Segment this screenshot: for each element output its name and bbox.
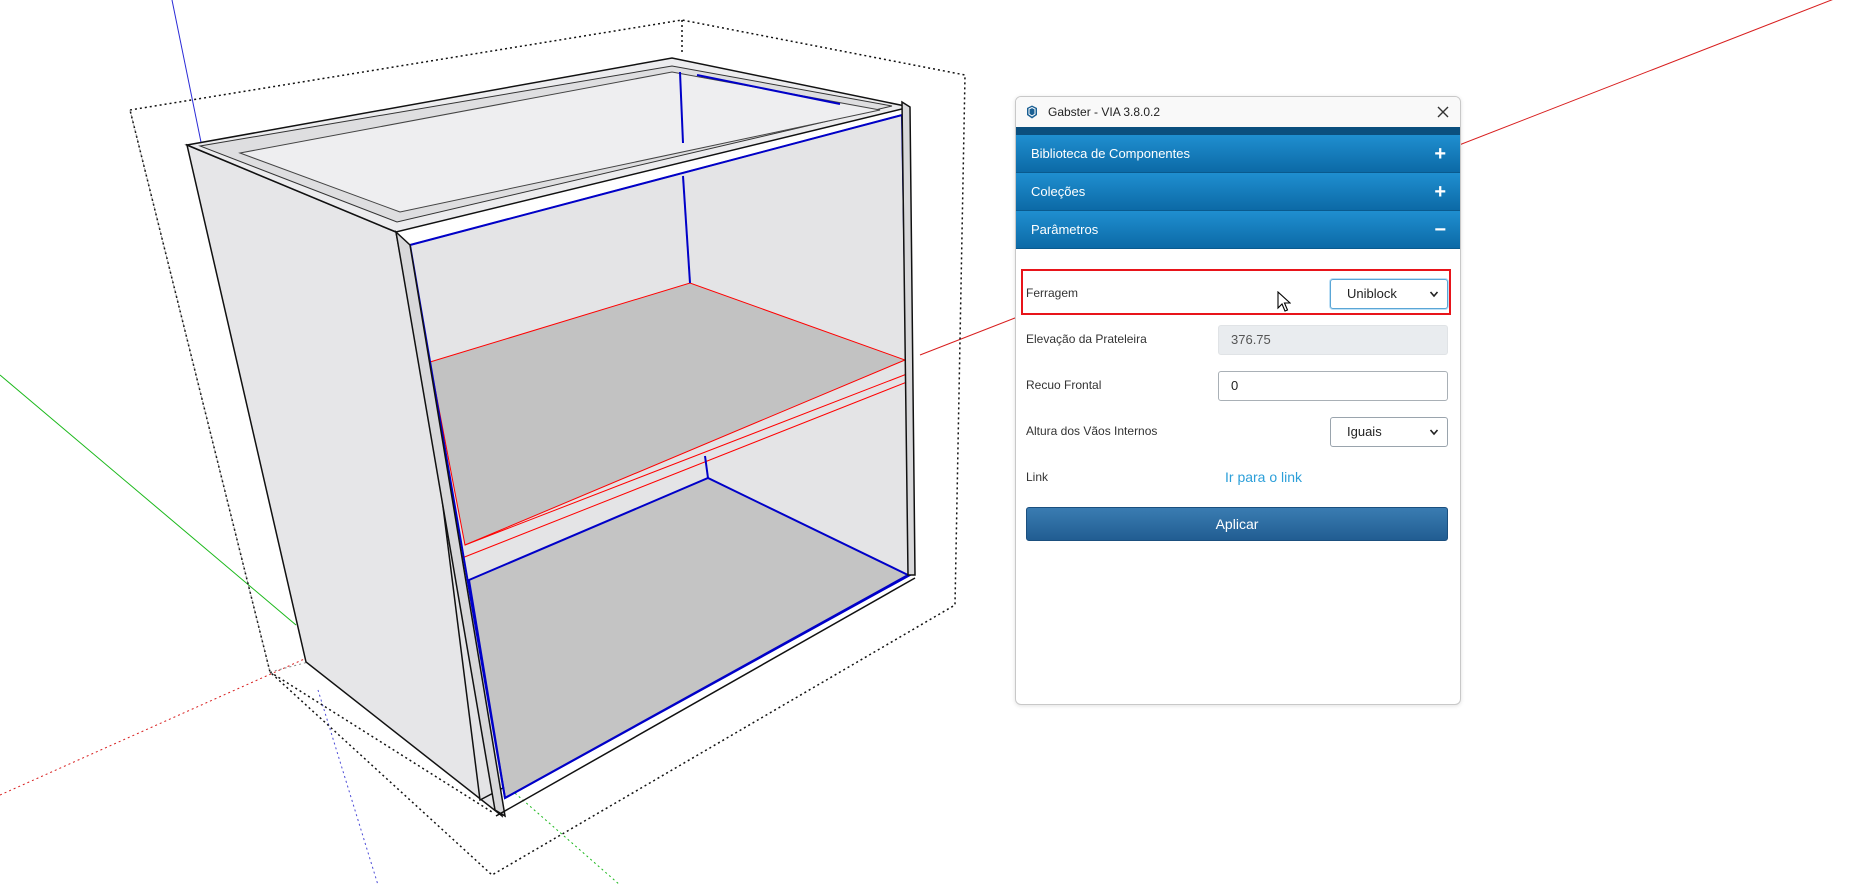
apply-button[interactable]: Aplicar [1026,507,1448,541]
sketchup-icon [1024,104,1040,120]
altura-label: Altura dos Vãos Internos [1026,424,1158,438]
header-accent-strip [1016,127,1460,135]
collapse-minus-icon: − [1434,218,1446,241]
accordion-label: Coleções [1031,184,1086,199]
accordion-label: Parâmetros [1031,222,1099,237]
cabinet-model[interactable] [184,57,916,818]
accordion-biblioteca-de-componentes[interactable]: Biblioteca de Componentes + [1016,135,1460,173]
parameters-section: Ferragem Uniblock Elevação da Prateleira… [1016,249,1460,579]
mouse-cursor-icon [1277,291,1291,312]
red-axis-dotted [0,651,321,796]
gabster-plugin-panel: Gabster - VIA 3.8.0.2 Biblioteca de Comp… [1015,96,1461,705]
chevron-down-icon [1429,291,1439,298]
blue-axis-dotted [317,689,379,885]
accordion-parametros[interactable]: Parâmetros − [1016,211,1460,249]
altura-select[interactable]: Iguais [1330,417,1448,447]
recuo-label: Recuo Frontal [1026,378,1102,392]
close-icon[interactable] [1432,101,1454,123]
altura-selected-value: Iguais [1347,424,1382,439]
ferragem-label: Ferragem [1026,286,1079,300]
elevacao-field: 376.75 [1218,325,1448,355]
chevron-down-icon [1429,429,1439,436]
sketchup-viewport[interactable] [0,0,1852,885]
accordion-label: Biblioteca de Componentes [1031,146,1190,161]
expand-plus-icon: + [1434,142,1446,165]
green-axis-dotted [499,779,621,885]
row-elevacao: Elevação da Prateleira 376.75 [1026,321,1448,357]
ir-para-o-link[interactable]: Ir para o link [1225,459,1302,495]
recuo-field[interactable]: 0 [1218,371,1448,401]
accordion-colecoes[interactable]: Coleções + [1016,173,1460,211]
window-titlebar: Gabster - VIA 3.8.0.2 [1016,97,1460,127]
row-altura: Altura dos Vãos Internos Iguais [1026,413,1448,449]
row-link: Link Ir para o link [1026,459,1448,495]
elevacao-label: Elevação da Prateleira [1026,332,1147,346]
ferragem-selected-value: Uniblock [1347,286,1397,301]
blue-axis [171,0,203,148]
expand-plus-icon: + [1434,180,1446,203]
ferragem-select[interactable]: Uniblock [1330,279,1448,309]
link-label: Link [1026,470,1049,484]
row-recuo: Recuo Frontal 0 [1026,367,1448,403]
row-ferragem: Ferragem Uniblock [1026,275,1448,311]
window-title: Gabster - VIA 3.8.0.2 [1048,105,1161,119]
